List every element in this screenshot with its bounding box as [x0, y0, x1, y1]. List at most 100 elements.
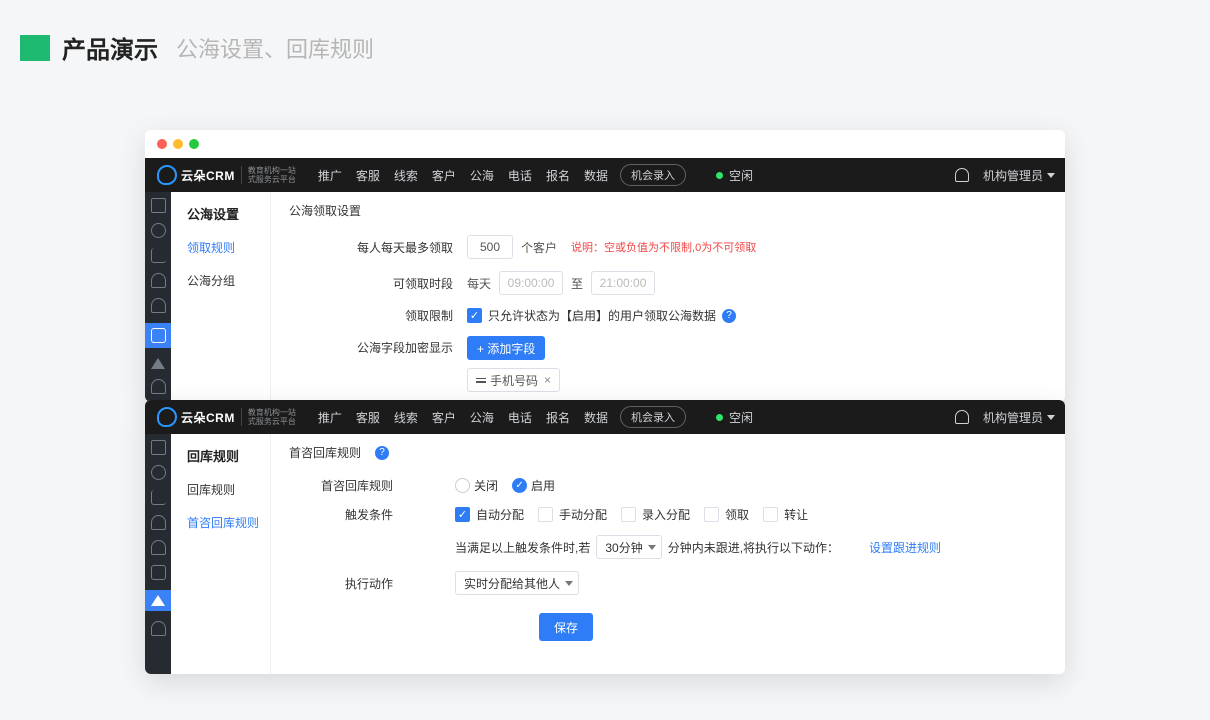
nav-data[interactable]: 数据 [584, 409, 608, 426]
user-menu[interactable]: 机构管理员 [983, 167, 1055, 184]
nav-items-2: 推广 客服 线索 客户 公海 电话 报名 数据 [318, 409, 608, 426]
status-indicator: 空闲 [716, 167, 753, 184]
select-action[interactable]: 实时分配给其他人 [455, 571, 579, 595]
row-time-window: 可领取时段 每天 至 [289, 271, 1047, 295]
top-nav: 云朵CRM 教育机构一站式服务云平台 推广 客服 线索 客户 公海 电话 报名 … [145, 158, 1065, 192]
ck-auto[interactable] [455, 507, 470, 522]
ck-claim[interactable] [704, 507, 719, 522]
bell-icon[interactable] [955, 168, 969, 182]
brand-logo-2[interactable]: 云朵CRM 教育机构一站式服务云平台 [149, 400, 304, 434]
side-title: 回库规则 [171, 434, 270, 473]
rail-home-icon[interactable] [151, 328, 166, 343]
user-name: 机构管理员 [983, 167, 1043, 184]
nav-leads[interactable]: 线索 [394, 409, 418, 426]
user-menu[interactable]: 机构管理员 [983, 409, 1055, 426]
help-icon[interactable]: ? [722, 309, 736, 323]
input-max-claim[interactable] [467, 235, 513, 259]
opt-auto: 自动分配 [476, 506, 524, 523]
rail-user2-icon[interactable] [151, 379, 166, 394]
nav-signup[interactable]: 报名 [546, 409, 570, 426]
rail-home-icon[interactable] [151, 565, 166, 580]
opt-claim: 领取 [725, 506, 749, 523]
side-first-consult-rules[interactable]: 首咨回库规则 [171, 506, 270, 539]
label-max-claim: 每人每天最多领取 [289, 239, 467, 256]
tag-phone: 手机号码 × [467, 368, 560, 392]
side-return-rules[interactable]: 回库规则 [171, 473, 270, 506]
drag-icon[interactable] [476, 378, 486, 383]
tag-remove-icon[interactable]: × [544, 373, 551, 387]
select-minutes[interactable]: 30分钟 [596, 535, 661, 559]
unit-customers: 个客户 [521, 239, 557, 256]
rail-person-icon[interactable] [151, 515, 166, 530]
help-icon[interactable]: ? [375, 446, 389, 460]
rail-user2-icon[interactable] [151, 621, 166, 636]
nav-promote[interactable]: 推广 [318, 409, 342, 426]
txt-mid: 分钟内未跟进,将执行以下动作： [668, 539, 839, 556]
cloud-logo-icon [157, 165, 177, 185]
nav-pool[interactable]: 公海 [470, 167, 494, 184]
side-claim-rules[interactable]: 领取规则 [171, 231, 270, 264]
nav-customers[interactable]: 客户 [432, 409, 456, 426]
rail-person-icon[interactable] [151, 273, 166, 288]
user-name: 机构管理员 [983, 409, 1043, 426]
rail-cloud-icon[interactable] [151, 540, 166, 555]
row-enable-toggle: 首咨回库规则 关闭 启用 [289, 477, 1047, 494]
rail-shield-icon[interactable] [151, 223, 166, 238]
opportunity-entry-button[interactable]: 机会录入 [620, 406, 686, 428]
status-text: 空闲 [729, 167, 753, 184]
row-mask-fields: 公海字段加密显示 + 添加字段 手机号码 × [289, 336, 1047, 392]
nav-promote[interactable]: 推广 [318, 167, 342, 184]
ck-transfer[interactable] [763, 507, 778, 522]
nav-data[interactable]: 数据 [584, 167, 608, 184]
nav-phone[interactable]: 电话 [508, 409, 532, 426]
radio-on[interactable] [512, 478, 527, 493]
text-enabled-only: 只允许状态为【启用】的用户领取公海数据 [488, 307, 716, 324]
ck-manual[interactable] [538, 507, 553, 522]
input-from-time[interactable] [499, 271, 563, 295]
label-time-window: 可领取时段 [289, 275, 467, 292]
brand-slogan: 教育机构一站式服务云平台 [241, 166, 296, 184]
nav-phone[interactable]: 电话 [508, 167, 532, 184]
txt-pre: 当满足以上触发条件时,若 [455, 539, 590, 556]
label-on: 启用 [531, 477, 555, 494]
brand-name: 云朵CRM [181, 167, 235, 184]
link-followup-rule[interactable]: 设置跟进规则 [869, 539, 941, 556]
rail-shield-icon[interactable] [151, 465, 166, 480]
status-indicator: 空闲 [716, 409, 753, 426]
close-dot-icon[interactable] [157, 139, 167, 149]
side-pool-groups[interactable]: 公海分组 [171, 264, 270, 297]
label-claim-restrict: 领取限制 [289, 307, 467, 324]
rail-triangle-icon[interactable] [151, 358, 165, 369]
section-title-2: 首咨回库规则 ? [289, 444, 1047, 461]
nav-service[interactable]: 客服 [356, 167, 380, 184]
maximize-dot-icon[interactable] [189, 139, 199, 149]
rail-chart-icon[interactable] [151, 248, 166, 263]
rail-grid-icon[interactable] [151, 440, 166, 455]
minimize-dot-icon[interactable] [173, 139, 183, 149]
brand-slogan: 教育机构一站式服务云平台 [241, 408, 296, 426]
rail-triangle-icon[interactable] [151, 595, 165, 606]
save-button[interactable]: 保存 [539, 613, 593, 641]
icon-rail [145, 192, 171, 402]
ck-entry[interactable] [621, 507, 636, 522]
nav-customers[interactable]: 客户 [432, 167, 456, 184]
accent-block [20, 35, 50, 61]
bell-icon[interactable] [955, 410, 969, 424]
checkbox-enabled-only[interactable] [467, 308, 482, 323]
rail-chart-icon[interactable] [151, 490, 166, 505]
nav-service[interactable]: 客服 [356, 409, 380, 426]
input-to-time[interactable] [591, 271, 655, 295]
add-field-button[interactable]: + 添加字段 [467, 336, 545, 360]
nav-pool[interactable]: 公海 [470, 409, 494, 426]
nav-leads[interactable]: 线索 [394, 167, 418, 184]
radio-off[interactable] [455, 478, 470, 493]
section-title: 公海领取设置 [289, 202, 1047, 219]
row-action: 执行动作 实时分配给其他人 [289, 571, 1047, 595]
rail-cloud-icon[interactable] [151, 298, 166, 313]
rail-grid-icon[interactable] [151, 198, 166, 213]
status-dot-icon [716, 172, 723, 179]
nav-signup[interactable]: 报名 [546, 167, 570, 184]
opportunity-entry-button[interactable]: 机会录入 [620, 164, 686, 186]
note-max-claim: 说明：空或负值为不限制,0为不可领取 [571, 239, 756, 255]
brand-logo[interactable]: 云朵CRM 教育机构一站式服务云平台 [149, 158, 304, 192]
